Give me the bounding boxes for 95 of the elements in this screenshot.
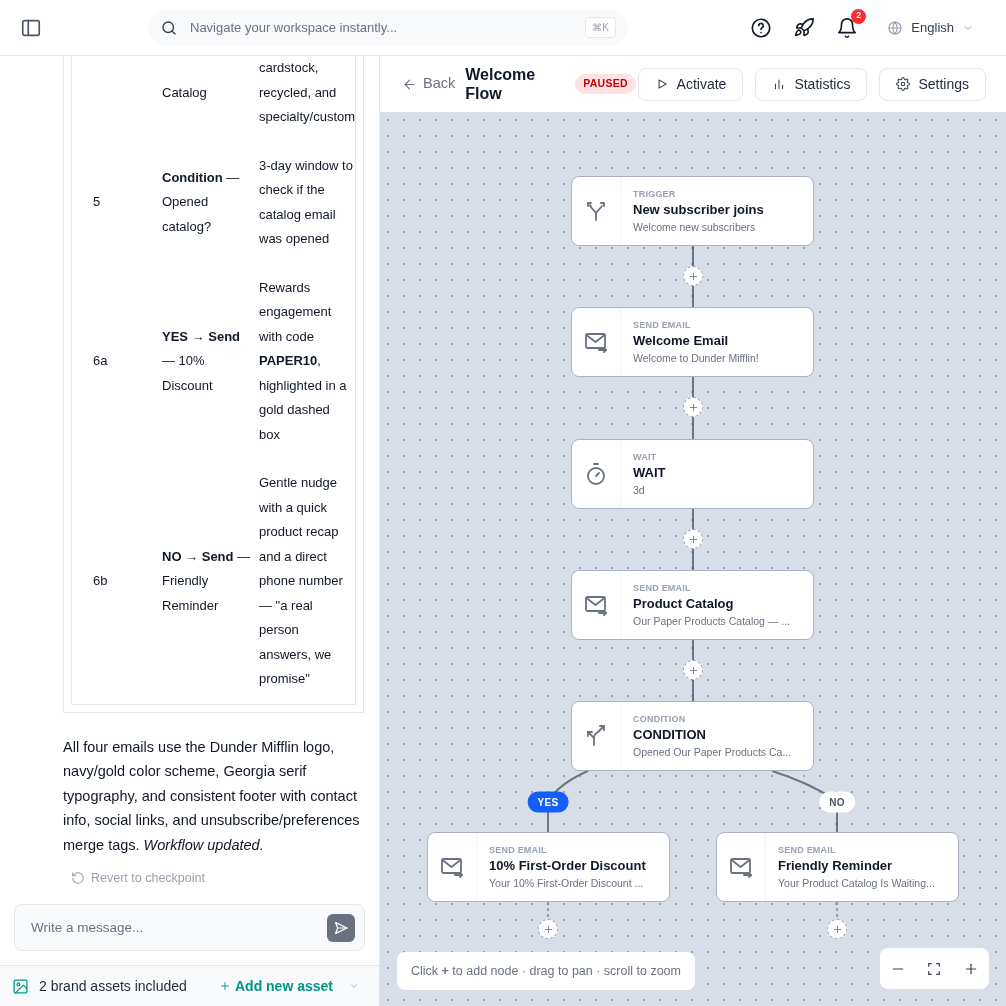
settings-icon: [896, 77, 911, 91]
mail-icon: [729, 855, 753, 879]
table-cell-text: 6b: [92, 572, 109, 590]
flow-node[interactable]: WAIT WAIT 3d: [571, 439, 814, 509]
help-icon[interactable]: [750, 16, 773, 39]
canvas-hint: Click + to add node · drag to pan · scroll to zoom: [397, 952, 695, 990]
plus-icon: [687, 533, 699, 545]
table-cell-text: NO → Send — Friendly Reminder: [162, 547, 252, 615]
split-arrow-icon: [584, 724, 608, 748]
add-node-button[interactable]: [827, 919, 847, 939]
plus-icon: [542, 923, 554, 935]
node-title: Product Catalog: [633, 595, 735, 613]
mail-icon: [584, 593, 608, 617]
node-subtitle: Our Paper Products Catalog — ...: [633, 614, 790, 629]
node-type: TRIGGER: [633, 189, 677, 200]
add-node-button[interactable]: [683, 266, 703, 286]
add-node-button[interactable]: [683, 529, 703, 549]
assistant-message: All four emails use the Dunder Mifflin logo, navy/gold color scheme, Georgia serif typography, and consistent footer with contact info, social links, and unsubscribe/preferences merge tags. Workflow updated.: [63, 737, 361, 855]
search-icon: [160, 18, 178, 37]
fit-view-icon[interactable]: [926, 960, 943, 977]
plus-icon: [687, 401, 699, 413]
node-type: SEND EMAIL: [633, 320, 692, 331]
node-type: SEND EMAIL: [778, 845, 837, 856]
back-button[interactable]: Back: [402, 73, 456, 95]
node-title: CONDITION: [633, 726, 707, 744]
table-cell-text: Gentle nudge with a quick product recap and a direct phone number — "a real person answers, we promise": [259, 474, 344, 688]
flow-node[interactable]: SEND EMAIL 10% First-Order Discount Your 10% First-Order Discount ...: [427, 832, 670, 902]
node-subtitle: Your Product Catalog Is Waiting...: [778, 876, 935, 891]
plus-icon: [687, 664, 699, 676]
activate-button[interactable]: Activate: [637, 67, 744, 101]
back-arrow-icon: [402, 76, 417, 92]
node-subtitle: Your 10% First-Order Discount ...: [489, 876, 645, 891]
send-icon: [333, 919, 349, 936]
connector-line: [692, 639, 694, 702]
node-title: Friendly Reminder: [778, 857, 894, 875]
branch-label: NO: [819, 791, 855, 813]
flow-node[interactable]: CONDITION CONDITION Opened Our Paper Products Ca...: [571, 701, 814, 771]
node-title: WAIT: [633, 464, 666, 482]
shortcut-hint: ⌘K: [585, 17, 616, 38]
node-type: SEND EMAIL: [633, 583, 692, 594]
assets-label: 2 brand assets included: [39, 976, 187, 996]
flow-node[interactable]: SEND EMAIL Welcome Email Welcome to Dunder Mifflin!: [571, 307, 814, 377]
settings-button[interactable]: Settings: [879, 67, 986, 101]
status-badge: PAUSED: [575, 74, 636, 94]
notifications-icon[interactable]: [836, 16, 859, 39]
flow-node[interactable]: SEND EMAIL Friendly Reminder Your Product Catalog Is Waiting...: [716, 832, 959, 902]
add-asset-button[interactable]: Add new asset: [218, 975, 333, 997]
branch-label: YES: [527, 791, 569, 813]
node-title: New subscriber joins: [633, 201, 764, 219]
table-cell-text: 6a: [92, 352, 109, 370]
connector-line: [547, 901, 549, 918]
node-subtitle: Welcome new subscribers: [633, 220, 757, 235]
table-cell-text: Catalog: [162, 83, 208, 102]
node-type: CONDITION: [633, 714, 687, 725]
node-type: SEND EMAIL: [489, 845, 548, 856]
rocket-icon[interactable]: [793, 16, 816, 39]
add-node-button[interactable]: [683, 397, 703, 417]
flow-node[interactable]: TRIGGER New subscriber joins Welcome new subscribers: [571, 176, 814, 246]
table-cell-text: YES → Send — 10% Discount: [162, 327, 242, 395]
table-cell-text: Condition — Opened catalog?: [162, 168, 241, 236]
revert-icon: [71, 871, 85, 886]
message-input[interactable]: Write a message...: [31, 905, 327, 950]
mail-icon: [584, 330, 608, 354]
plus-icon: [218, 980, 231, 992]
add-node-button[interactable]: [683, 660, 703, 680]
node-title: 10% First-Order Discount: [489, 857, 646, 875]
connector-line: [692, 376, 694, 440]
node-subtitle: 3d: [633, 483, 646, 498]
timer-icon: [584, 462, 608, 486]
connector-line: [692, 508, 694, 571]
table-cell-text: Rewards engagement with code PAPER10, highlighted in a gold dashed box: [259, 278, 348, 444]
message-field[interactable]: Write a message...: [14, 904, 365, 951]
table-cell-text: 5: [92, 193, 102, 212]
connector-line: [692, 245, 694, 308]
image-icon: [12, 977, 29, 995]
table-cell-text: 3-day window to check if the catalog email was opened: [259, 156, 354, 248]
connector-line: [836, 901, 838, 918]
statistics-button[interactable]: Statistics: [755, 67, 868, 101]
node-type: WAIT: [633, 452, 658, 463]
plus-icon: [831, 923, 843, 935]
language-selector[interactable]: English: [887, 17, 974, 38]
node-subtitle: Opened Our Paper Products Ca...: [633, 745, 792, 760]
mail-icon: [440, 855, 464, 879]
send-button[interactable]: [327, 913, 355, 942]
plus-icon: [687, 270, 699, 282]
table-cell-text: cardstock, recycled, and specialty/custom: [259, 59, 357, 126]
trigger-icon: [584, 199, 608, 223]
node-subtitle: Welcome to Dunder Mifflin!: [633, 351, 759, 366]
globe-icon: [887, 19, 904, 36]
workflow-title: Welcome Flow: [465, 65, 537, 103]
add-node-button[interactable]: [538, 919, 558, 939]
flow-node[interactable]: SEND EMAIL Product Catalog Our Paper Products Catalog — ...: [571, 570, 814, 640]
search-input[interactable]: Navigate your workspace instantly...: [190, 9, 574, 46]
notification-badge: 2: [851, 8, 867, 24]
node-title: Welcome Email: [633, 332, 730, 350]
